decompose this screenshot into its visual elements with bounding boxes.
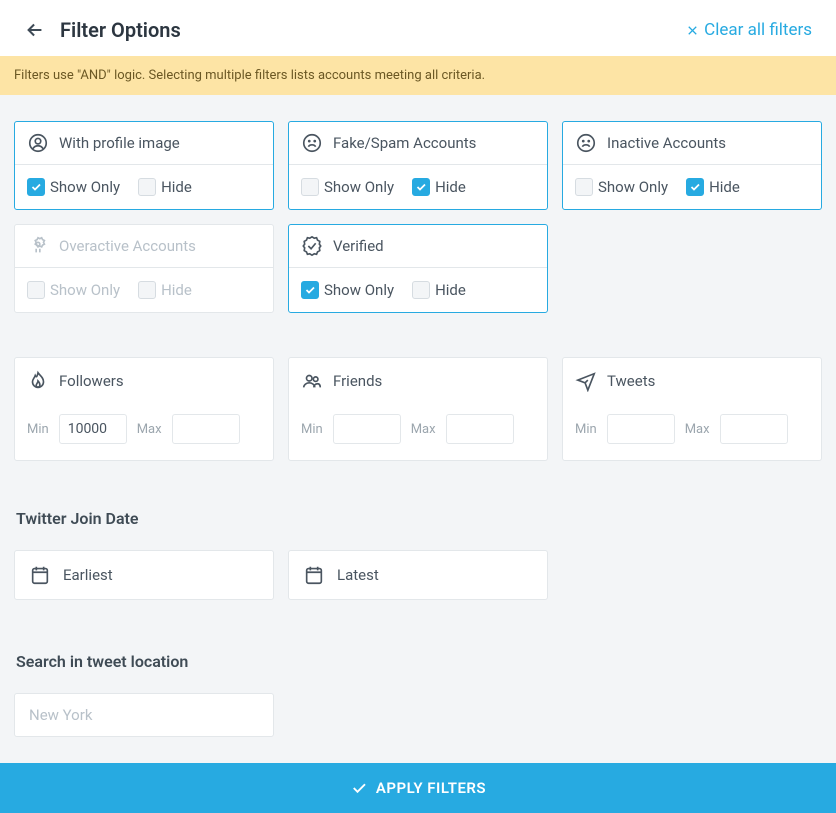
range-body: Min Max [27, 414, 261, 444]
max-label: Max [685, 422, 710, 437]
min-label: Min [27, 422, 49, 437]
range-title: Followers [59, 372, 124, 390]
calendar-icon [29, 564, 51, 586]
card-body: Show Only Hide [563, 165, 821, 209]
tweets-max-input[interactable] [720, 414, 788, 444]
filter-inactive: Inactive Accounts Show Only Hide [562, 121, 822, 210]
checkbox-hide[interactable]: Hide [412, 281, 466, 299]
card-head: With profile image [15, 122, 273, 165]
filter-overactive: Overactive Accounts Show Only Hide [14, 224, 274, 313]
card-body: Show Only Hide [289, 268, 547, 312]
card-head: Fake/Spam Accounts [289, 122, 547, 165]
calendar-icon [303, 564, 325, 586]
checkbox-show-only[interactable]: Show Only [301, 178, 394, 196]
page-title: Filter Options [60, 18, 181, 42]
card-title: Fake/Spam Accounts [333, 134, 476, 152]
card-head: Inactive Accounts [563, 122, 821, 165]
latest-date-picker[interactable]: Latest [288, 550, 548, 600]
checkbox-show-only[interactable]: Show Only [27, 281, 120, 299]
flame-icon [27, 370, 49, 392]
clear-filters-label: Clear all filters [704, 20, 812, 40]
range-body: Min Max [301, 414, 535, 444]
send-icon [575, 370, 597, 392]
checkbox-hide[interactable]: Hide [138, 281, 192, 299]
checkbox-hide[interactable]: Hide [412, 178, 466, 196]
range-title: Friends [333, 372, 382, 390]
card-title: With profile image [59, 134, 180, 152]
checkbox-show-only[interactable]: Show Only [575, 178, 668, 196]
range-grid: Followers Min Max Friends Min Max Tweets… [14, 357, 822, 461]
range-head: Followers [27, 370, 261, 392]
min-label: Min [301, 422, 323, 437]
card-head: Overactive Accounts [15, 225, 273, 268]
range-head: Tweets [575, 370, 809, 392]
checkbox-hide[interactable]: Hide [686, 178, 740, 196]
card-title: Overactive Accounts [59, 237, 196, 255]
earliest-label: Earliest [63, 566, 113, 584]
latest-label: Latest [337, 566, 379, 584]
clear-filters-link[interactable]: Clear all filters [685, 20, 812, 40]
content: With profile image Show Only Hide Fake/S… [0, 95, 836, 763]
join-date-row: Earliest Latest [14, 550, 822, 600]
range-tweets: Tweets Min Max [562, 357, 822, 461]
range-friends: Friends Min Max [288, 357, 548, 461]
profile-image-icon [27, 132, 49, 154]
earliest-date-picker[interactable]: Earliest [14, 550, 274, 600]
min-label: Min [575, 422, 597, 437]
card-body: Show Only Hide [289, 165, 547, 209]
range-body: Min Max [575, 414, 809, 444]
sad-face-icon [575, 132, 597, 154]
check-icon [350, 779, 368, 797]
back-arrow-icon[interactable] [24, 19, 46, 41]
filter-profile-image: With profile image Show Only Hide [14, 121, 274, 210]
checkbox-hide[interactable]: Hide [138, 178, 192, 196]
filter-fake-spam: Fake/Spam Accounts Show Only Hide [288, 121, 548, 210]
card-body: Show Only Hide [15, 268, 273, 312]
location-title: Search in tweet location [14, 652, 822, 671]
tweets-min-input[interactable] [607, 414, 675, 444]
card-body: Show Only Hide [15, 165, 273, 209]
verified-badge-icon [301, 235, 323, 257]
max-label: Max [411, 422, 436, 437]
sad-face-icon [301, 132, 323, 154]
filter-grid: With profile image Show Only Hide Fake/S… [14, 121, 822, 313]
range-title: Tweets [607, 372, 655, 390]
range-followers: Followers Min Max [14, 357, 274, 461]
apply-label: APPLY FILTERS [376, 779, 486, 797]
max-label: Max [137, 422, 162, 437]
card-head: Verified [289, 225, 547, 268]
filter-verified: Verified Show Only Hide [288, 224, 548, 313]
friends-min-input[interactable] [333, 414, 401, 444]
header-left: Filter Options [24, 18, 181, 42]
followers-max-input[interactable] [172, 414, 240, 444]
card-title: Inactive Accounts [607, 134, 726, 152]
card-title: Verified [333, 237, 384, 255]
apply-filters-button[interactable]: APPLY FILTERS [0, 763, 836, 813]
checkbox-show-only[interactable]: Show Only [301, 281, 394, 299]
info-bar: Filters use "AND" logic. Selecting multi… [0, 56, 836, 95]
location-input[interactable] [14, 693, 274, 737]
followers-min-input[interactable] [59, 414, 127, 444]
range-head: Friends [301, 370, 535, 392]
people-icon [301, 370, 323, 392]
checkbox-show-only[interactable]: Show Only [27, 178, 120, 196]
gear-badge-icon [27, 235, 49, 257]
friends-max-input[interactable] [446, 414, 514, 444]
join-date-title: Twitter Join Date [14, 509, 822, 528]
header: Filter Options Clear all filters [0, 0, 836, 56]
